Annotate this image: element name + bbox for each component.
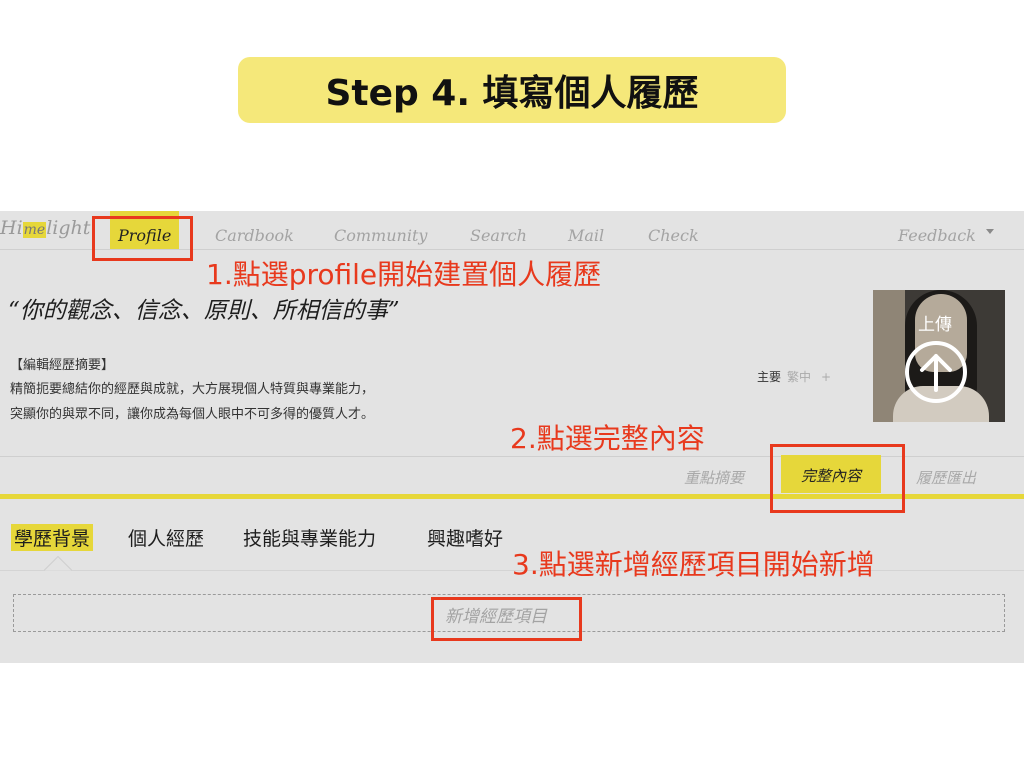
tab-interests[interactable]: 興趣嗜好	[427, 524, 503, 551]
tab-experience[interactable]: 個人經歷	[128, 524, 204, 551]
logo-me: me	[22, 222, 47, 238]
highlight-box-full-content	[770, 444, 905, 513]
summary-text: 精簡扼要總結你的經歷與成就，大方展現個人特質與專業能力， 突顯你的與眾不同，讓你…	[10, 377, 510, 427]
nav-mail[interactable]: Mail	[568, 226, 604, 245]
language-primary: 主要	[757, 370, 782, 384]
highlight-box-profile	[92, 216, 193, 261]
caret-down-icon[interactable]	[986, 229, 994, 234]
highlight-box-add-item	[431, 597, 582, 641]
tab-pointer-icon	[44, 556, 72, 571]
annotation-step2: 2.點選完整內容	[510, 422, 705, 455]
nav-community[interactable]: Community	[334, 226, 427, 245]
summary-line: 精簡扼要總結你的經歷與成就，大方展現個人特質與專業能力，	[10, 382, 375, 397]
summary-line: 突顯你的與眾不同，讓你成為每個人眼中不可多得的優質人才。	[10, 407, 375, 422]
logo-prefix: Hi	[0, 217, 23, 239]
profile-quote[interactable]: “你的觀念、信念、原則、所相信的事”	[8, 291, 400, 325]
upload-label[interactable]: 上傳	[918, 310, 952, 335]
app-logo[interactable]: Himelight	[0, 217, 90, 239]
language-selector: 主要 繁中 +	[757, 368, 831, 385]
subtab-export[interactable]: 履歷匯出	[916, 467, 976, 488]
upload-arrow-icon[interactable]	[904, 340, 968, 404]
nav-cardbook[interactable]: Cardbook	[215, 226, 294, 245]
tab-education[interactable]: 學歷背景	[11, 524, 94, 551]
logo-suffix: light	[46, 217, 91, 239]
annotation-step3: 3.點選新增經歷項目開始新增	[512, 548, 875, 581]
annotation-step1: 1.點選profile開始建置個人履歷	[206, 258, 602, 291]
nav-feedback[interactable]: Feedback	[898, 226, 976, 245]
tab-skills[interactable]: 技能與專業能力	[243, 524, 376, 551]
slide-title: Step 4. 填寫個人履歷	[238, 57, 786, 123]
nav-search[interactable]: Search	[470, 226, 527, 245]
nav-check[interactable]: Check	[648, 226, 699, 245]
language-secondary[interactable]: 繁中	[787, 370, 811, 384]
add-language-button[interactable]: +	[821, 370, 831, 384]
subtab-summary[interactable]: 重點摘要	[684, 467, 744, 488]
summary-edit-label[interactable]: 【編輯經歷摘要】	[10, 354, 114, 373]
